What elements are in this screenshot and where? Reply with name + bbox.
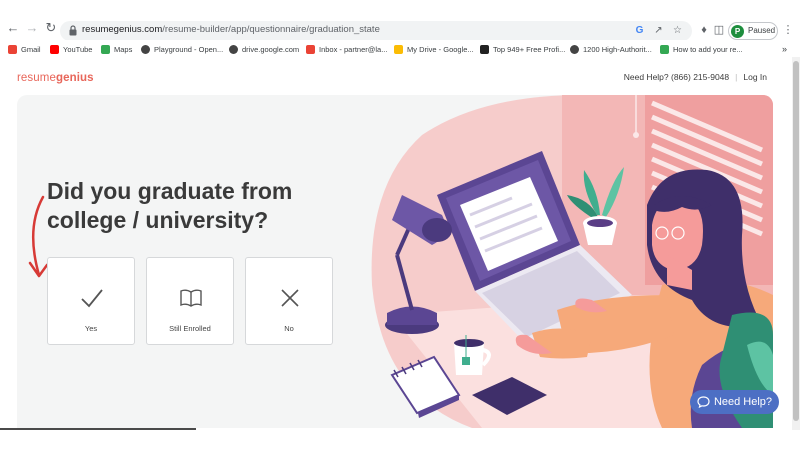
login-link[interactable]: Log In — [743, 72, 767, 82]
openai-icon — [141, 44, 150, 54]
globe-icon — [570, 44, 579, 54]
url-text: resumegenius.com/resume-builder/app/ques… — [82, 24, 380, 35]
open-book-icon — [180, 289, 202, 307]
question-panel: Did you graduate from college / universi… — [17, 95, 773, 428]
choice-label: Yes — [84, 324, 98, 333]
site-icon — [480, 44, 489, 54]
need-help-chat-button[interactable]: Need Help? — [690, 390, 779, 414]
chat-bubble-icon — [697, 396, 710, 408]
reload-icon[interactable]: ↻ — [44, 21, 58, 35]
page-scrollbar[interactable] — [792, 57, 800, 430]
bookmark-item[interactable]: Maps — [101, 43, 132, 55]
bookmark-item[interactable]: How to add your re... — [660, 43, 743, 55]
page: resumegenius Need Help? (866) 215-9048 | L… — [0, 57, 800, 430]
share-icon[interactable]: ↗ — [652, 24, 665, 37]
bottom-strip — [0, 430, 800, 449]
bookmark-item[interactable]: drive.google.com — [229, 43, 299, 55]
logo-bold: genius — [55, 72, 94, 84]
gmail-icon — [306, 44, 315, 54]
choice-no[interactable]: No — [245, 257, 333, 345]
profile-button[interactable]: P Paused — [728, 22, 778, 40]
bookmark-item[interactable]: Gmail — [8, 43, 41, 55]
browser-toolbar: ← → ↻ resumegenius.com/resume-builder/ap… — [0, 0, 800, 41]
bookmark-item[interactable]: Inbox - partner@la... — [306, 43, 387, 55]
bookmark-label: Maps — [114, 44, 133, 54]
gmail-icon — [8, 44, 17, 54]
url-host: resumegenius.com — [82, 24, 163, 35]
x-icon — [281, 289, 299, 307]
bookmark-label: Playground - Open... — [154, 44, 224, 54]
divider — [0, 428, 196, 430]
bookmark-label: 1200 High-Authorit... — [583, 44, 652, 54]
question-title: Did you graduate from college / universi… — [47, 178, 293, 233]
bookmark-label: How to add your re... — [673, 44, 743, 54]
bookmark-label: drive.google.com — [242, 44, 300, 54]
lightning-icon — [660, 44, 669, 54]
check-icon — [81, 289, 103, 308]
star-icon[interactable]: ☆ — [671, 24, 684, 37]
bookmark-item[interactable]: Playground - Open... — [141, 43, 223, 55]
globe-icon — [229, 44, 238, 54]
choice-label: Still Enrolled — [169, 324, 211, 333]
bookmarks-bar: Gmail YouTube Maps Playground - Open... … — [0, 40, 800, 57]
bookmark-label: YouTube — [63, 44, 93, 54]
lock-icon — [69, 25, 77, 36]
bookmark-label: My Drive - Google... — [407, 44, 474, 54]
help-phone[interactable]: Need Help? (866) 215-9048 — [624, 72, 729, 82]
choice-yes[interactable]: Yes — [47, 257, 135, 345]
side-panel-icon[interactable]: ◫ — [712, 23, 726, 37]
extensions-puzzle-icon[interactable]: ♦ — [697, 23, 711, 37]
bookmark-label: Top 949+ Free Profi... — [493, 44, 566, 54]
woman-at-laptop-illustration — [371, 95, 773, 428]
maps-icon — [101, 44, 110, 54]
need-help-label: Need Help? — [713, 396, 773, 408]
back-arrow-icon[interactable]: ← — [6, 21, 20, 35]
header-help: Need Help? (866) 215-9048 | Log In — [624, 72, 767, 82]
profile-status: Paused — [748, 26, 776, 35]
bookmark-item[interactable]: YouTube — [50, 43, 92, 55]
address-bar[interactable]: resumegenius.com/resume-builder/app/ques… — [60, 21, 692, 41]
divider: | — [735, 72, 738, 82]
bookmarks-overflow-icon[interactable]: » — [782, 43, 787, 55]
bookmark-item[interactable]: My Drive - Google... — [394, 43, 474, 55]
google-drive-icon — [394, 44, 403, 54]
url-path: /resume-builder/app/questionnaire/gradua… — [162, 24, 380, 35]
choice-label: No — [284, 324, 294, 333]
scrollbar-thumb[interactable] — [793, 61, 799, 421]
forward-arrow-icon[interactable]: → — [25, 21, 39, 35]
bookmark-item[interactable]: Top 949+ Free Profi... — [480, 43, 565, 55]
bookmark-label: Inbox - partner@la... — [319, 44, 388, 54]
resumegenius-logo[interactable]: resumegenius — [17, 72, 94, 84]
kebab-menu-icon[interactable]: ⋮ — [781, 23, 795, 37]
logo-prefix: resume — [17, 72, 56, 84]
google-lens-icon[interactable]: G — [633, 24, 646, 37]
bookmark-label: Gmail — [21, 44, 41, 54]
bookmark-item[interactable]: 1200 High-Authorit... — [570, 43, 652, 55]
avatar: P — [731, 25, 744, 38]
choice-still-enrolled[interactable]: Still Enrolled — [146, 257, 234, 345]
youtube-icon — [50, 44, 59, 54]
